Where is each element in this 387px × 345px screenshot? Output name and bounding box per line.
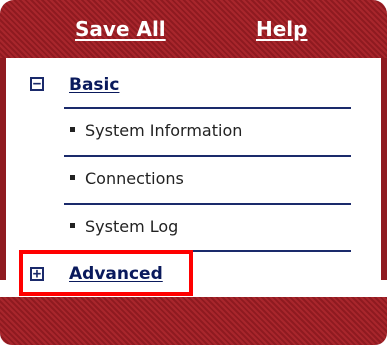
divider: [64, 107, 351, 109]
basic-section-link[interactable]: Basic: [69, 75, 119, 95]
bullet-icon: [70, 175, 75, 180]
header-bar: Save All Help: [0, 0, 387, 58]
panel-right-border: [381, 58, 387, 280]
menu-item-system-information[interactable]: System Information: [70, 121, 242, 141]
menu-item-label: Connections: [85, 169, 184, 188]
bullet-icon: [70, 223, 75, 228]
save-all-link[interactable]: Save All: [75, 17, 166, 41]
divider: [64, 155, 351, 157]
panel-left-border: [0, 58, 6, 280]
footer-bar: [0, 297, 387, 345]
menu-item-connections[interactable]: Connections: [70, 169, 184, 189]
menu-item-label: System Log: [85, 217, 179, 236]
collapse-basic-icon[interactable]: −: [30, 77, 44, 91]
divider: [64, 203, 351, 205]
menu-item-label: System Information: [85, 121, 243, 140]
help-link[interactable]: Help: [256, 17, 307, 41]
bullet-icon: [70, 127, 75, 132]
menu-item-system-log[interactable]: System Log: [70, 217, 178, 237]
highlight-box: [19, 250, 193, 296]
navigation-panel: Save All Help − Basic System Information…: [0, 0, 387, 345]
